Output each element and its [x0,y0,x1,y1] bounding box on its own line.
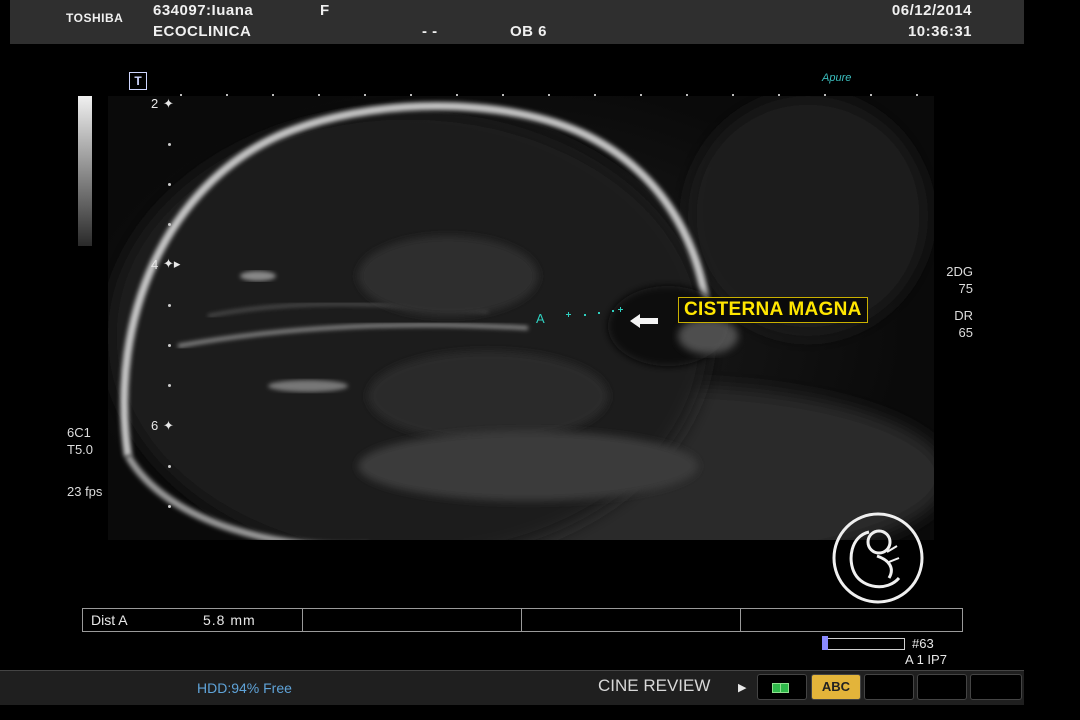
dr-value: 65 [958,325,973,340]
depth-marker-icon: ✦ [163,96,174,111]
annotation-label[interactable]: CISTERNA MAGNA [678,297,868,323]
gain-value: 75 [958,281,973,296]
clinic-name: ECOCLINICA [153,23,252,40]
depth-tick [168,143,171,146]
measurement-value: 5.8 mm [203,612,256,628]
depth-tick [168,384,171,387]
focus-marker-icon: ✦▸ [163,256,181,271]
depth-mark-4: 4 [151,257,159,272]
exam-date: 06/12/2014 [891,2,972,19]
soft-key-5[interactable] [970,674,1022,700]
battery-icon [780,683,789,693]
exam-time: 10:36:31 [907,23,972,40]
frame-rate: 23 fps [67,484,103,499]
frame-number: #63 [912,636,934,651]
depth-tick [168,223,171,226]
cine-progress-bar[interactable] [822,636,905,650]
caliper-line[interactable] [560,306,630,320]
measurement-table: Dist A 5.8 mm [82,608,963,632]
fetus-body-mark-icon[interactable] [829,512,927,604]
battery-button[interactable] [757,674,807,700]
layer-label: A 1 IP7 [905,652,947,667]
depth-tick [168,304,171,307]
caliper-label: A [536,311,545,326]
grayscale-bar [78,96,92,246]
measurement-cell [521,609,741,631]
orientation-marker: T [129,72,147,90]
soft-key-3[interactable] [864,674,914,700]
depth-tick [168,505,171,508]
measurement-name: Dist A [91,612,128,628]
dr-label: DR [954,308,973,323]
depth-marker-icon: ✦ [163,418,174,433]
cine-review-label: CINE REVIEW [598,676,711,695]
mode-label: 2DG [946,264,973,279]
tissue-label: T5.0 [67,442,94,457]
patient-sex: F [320,2,330,19]
header-dashes: - - [422,23,438,40]
depth-mark-2: 2 [151,96,159,111]
play-icon[interactable]: ▶ [738,681,746,694]
pointer-arrow-icon [630,314,658,328]
soft-key-4[interactable] [917,674,967,700]
apure-logo: Apure [822,72,852,84]
depth-mark-6: 6 [151,418,159,433]
depth-tick [168,344,171,347]
probe-label: 6C1 [67,425,91,440]
cine-slider-handle[interactable] [822,636,828,650]
info-header: TOSHIBA 634097:Iuana F ECOCLINICA - - OB… [10,0,1024,44]
exam-preset: OB 6 [510,23,548,40]
depth-tick [168,183,171,186]
measurement-cell: Dist A 5.8 mm [83,609,303,631]
depth-tick [168,465,171,468]
patient-id: 634097:Iuana [153,2,254,19]
brand-logo: TOSHIBA [66,11,124,25]
hdd-status: HDD:94% Free [197,680,292,696]
abc-button[interactable]: ABC [811,674,861,700]
measurement-cell [302,609,522,631]
